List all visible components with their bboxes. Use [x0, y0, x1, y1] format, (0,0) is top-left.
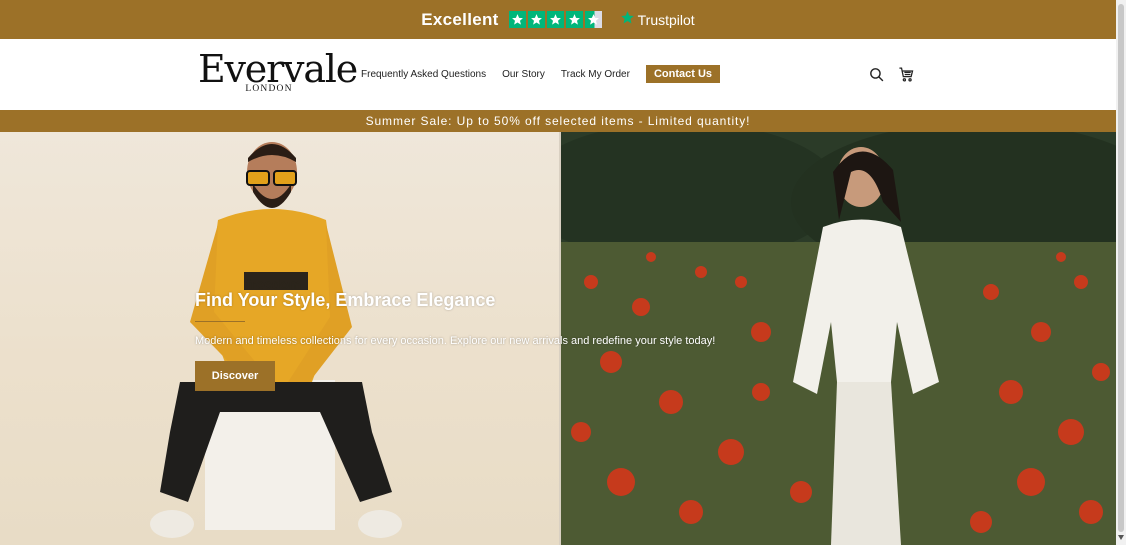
hero-title: Find Your Style, Embrace Elegance	[195, 290, 496, 310]
sale-banner: Summer Sale: Up to 50% off selected item…	[0, 110, 1116, 132]
scrollbar-thumb[interactable]	[1118, 4, 1124, 532]
scroll-down-arrow-icon[interactable]	[1118, 535, 1124, 540]
star-icon	[565, 11, 583, 28]
trustpilot-logo[interactable]: Trustpilot	[620, 10, 695, 30]
trustpilot-star-icon	[620, 10, 635, 30]
hero-section: freedom Find Your Style, Embrace Eleganc…	[0, 132, 1116, 545]
trustpilot-brand-name: Trustpilot	[637, 11, 695, 28]
header-actions	[868, 66, 915, 83]
star-icon	[527, 11, 545, 28]
cart-icon[interactable]	[898, 66, 915, 83]
nav-link-our-story[interactable]: Our Story	[502, 69, 545, 80]
site-logo[interactable]: Evervale LONDON	[198, 47, 358, 94]
contact-us-button[interactable]: Contact Us	[645, 65, 721, 83]
trustpilot-bar[interactable]: Excellent Trustpilot	[0, 0, 1116, 39]
discover-button[interactable]: Discover	[195, 361, 275, 391]
nav-link-track-order[interactable]: Track My Order	[561, 69, 630, 80]
main-nav: Frequently Asked Questions Our Story Tra…	[361, 65, 721, 83]
hero-title-underline	[195, 321, 245, 322]
hero-description: Modern and timeless collections for ever…	[195, 335, 716, 347]
star-icon	[546, 11, 564, 28]
site-header: Evervale LONDON Frequently Asked Questio…	[0, 39, 1116, 110]
nav-link-faq[interactable]: Frequently Asked Questions	[361, 69, 486, 80]
trustpilot-stars	[508, 11, 602, 28]
sale-banner-text: Summer Sale: Up to 50% off selected item…	[365, 114, 751, 128]
page-scrollbar[interactable]	[1116, 0, 1126, 545]
star-icon	[508, 11, 526, 28]
half-star-icon	[584, 11, 602, 28]
trustpilot-rating-label: Excellent	[421, 9, 499, 29]
search-icon[interactable]	[868, 66, 885, 83]
